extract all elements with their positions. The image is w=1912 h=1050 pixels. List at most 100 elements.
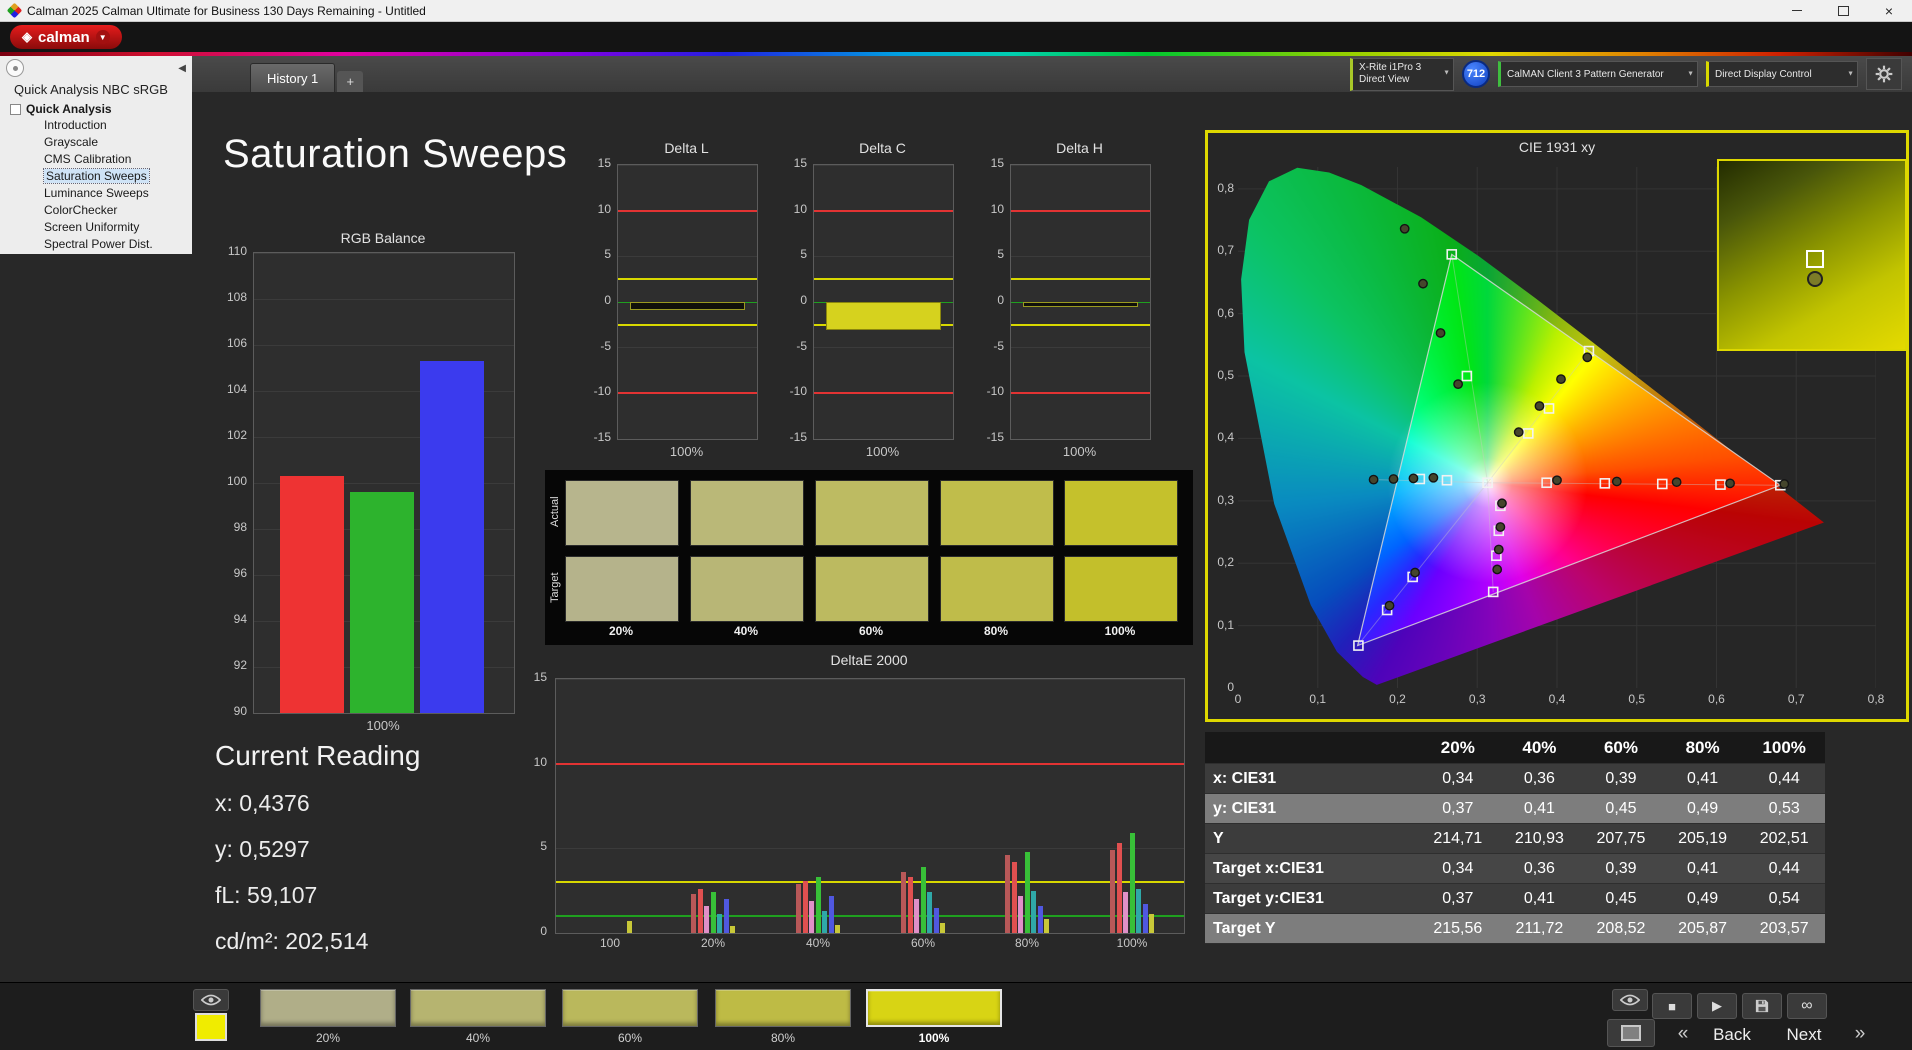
meter-dropdown[interactable]: X-Rite i1Pro 3 Direct View ▼ <box>1350 57 1454 91</box>
reference-line <box>556 881 1184 884</box>
table-cell: 211,72 <box>1515 920 1564 937</box>
pattern-window-icon <box>1621 1025 1641 1041</box>
deltae-bar <box>914 899 919 933</box>
tree-expander-icon[interactable] <box>10 103 21 115</box>
meter-status-badge[interactable]: 712 <box>1462 60 1490 88</box>
gridline <box>1011 347 1150 349</box>
next-button[interactable]: Next <box>1772 1023 1836 1047</box>
measured-circle <box>1453 379 1464 390</box>
table-header-cell: 100% <box>1762 738 1806 757</box>
table-cell: 203,57 <box>1759 920 1809 937</box>
deltae-bar <box>796 883 801 933</box>
cie-inset-markers <box>1806 250 1824 287</box>
link-button[interactable]: ∞ <box>1787 993 1827 1019</box>
add-tab-button[interactable]: + <box>337 71 364 92</box>
sidebar-item-screen-uniformity[interactable]: Screen Uniformity <box>0 219 192 236</box>
y-tick-label: 0,6 <box>1217 305 1234 320</box>
table-cell: 0,54 <box>1768 890 1800 907</box>
deltae-bar <box>723 899 729 933</box>
reference-line <box>814 278 953 281</box>
stop-button[interactable]: ■ <box>1652 993 1692 1019</box>
y-tick-label: 15 <box>597 156 611 170</box>
gear-icon <box>1875 65 1893 83</box>
sidebar-item-spectral-power-dist[interactable]: Spectral Power Dist. <box>0 236 192 253</box>
deltae-bar <box>920 866 926 933</box>
measured-circle <box>1725 478 1735 489</box>
eye-icon <box>1620 994 1640 1006</box>
table-cell: 207,75 <box>1596 830 1646 847</box>
saturation-level-button-100[interactable]: 100% <box>866 987 1002 1047</box>
reference-line <box>618 392 757 395</box>
table-header-row: 20% 40% 60% 80% 100% <box>1205 732 1825 764</box>
preview-toggle-button[interactable] <box>193 989 229 1011</box>
sidebar-collapse-button[interactable]: ◀ <box>178 63 186 74</box>
actual-target-swatch-grid: 20% 40% 60% 80% 100% Actual Target <box>545 470 1193 645</box>
deltae-bar <box>809 900 814 933</box>
swatch-col-label: 60% <box>858 624 884 638</box>
sidebar-item-grayscale[interactable]: Grayscale <box>0 134 192 151</box>
saturation-level-button-60[interactable]: 60% <box>562 987 698 1047</box>
deltae-bar <box>697 888 703 933</box>
tab-history-1[interactable]: History 1 <box>250 63 336 92</box>
sidebar-item-saturation-sweeps[interactable]: Saturation Sweeps <box>0 168 192 185</box>
save-button[interactable] <box>1742 993 1782 1019</box>
brand-label: calman <box>38 28 90 46</box>
target-swatch-40 <box>690 556 804 622</box>
settings-button[interactable] <box>1866 58 1902 90</box>
calman-logo-button[interactable]: ◈ calman ▼ <box>10 25 122 49</box>
minimize-button[interactable] <box>1774 0 1820 21</box>
swatch-row-label: Target <box>549 572 561 604</box>
y-tick-label: 5 <box>997 247 1004 262</box>
eye-icon <box>201 994 221 1006</box>
sidebar-item-colorchecker[interactable]: ColorChecker <box>0 202 192 219</box>
sidebar-item-luminance-sweeps[interactable]: Luminance Sweeps <box>0 185 192 202</box>
reading-line: x: 0,4376 <box>215 790 310 816</box>
sweep-line <box>1487 482 1781 486</box>
deltae-group <box>901 679 947 933</box>
actual-swatch-40 <box>690 480 804 546</box>
play-button[interactable]: ▶ <box>1697 993 1737 1019</box>
y-tick-label: 5 <box>604 247 611 262</box>
saturation-level-button-80[interactable]: 80% <box>715 987 851 1047</box>
preview-toggle-button-right[interactable] <box>1612 989 1648 1011</box>
back-button[interactable]: Back <box>1700 1023 1764 1047</box>
tree-root[interactable]: Quick Analysis <box>0 101 192 117</box>
infinity-icon: ∞ <box>1801 997 1813 1014</box>
delta-c-chart: Delta C 100% 15 10 5 0 -5 -10 -15 <box>777 140 962 470</box>
pattern-window-button[interactable] <box>1607 1019 1655 1047</box>
deltae-group <box>1005 679 1051 933</box>
tab-bar: History 1 + X-Rite i1Pro 3 Direct View ▼… <box>192 56 1912 92</box>
app-icon <box>6 2 23 19</box>
sidebar-item-introduction[interactable]: Introduction <box>0 117 192 134</box>
x-tick-label: 100% <box>1116 936 1148 950</box>
reference-line <box>1011 209 1150 212</box>
maximize-button[interactable] <box>1820 0 1866 21</box>
chart-title: Delta L <box>664 140 709 156</box>
y-tick-label: 5 <box>540 839 547 854</box>
chevrons-left-button[interactable]: « <box>1668 1021 1698 1047</box>
saturation-level-button-20[interactable]: 20% <box>260 987 396 1047</box>
measured-circle <box>1435 328 1446 338</box>
y-tick-label: 10 <box>990 201 1004 216</box>
current-pattern-swatch[interactable] <box>195 1013 227 1041</box>
chevrons-right-button[interactable]: » <box>1845 1021 1875 1047</box>
x-axis-label: 100% <box>1062 444 1097 459</box>
close-button[interactable]: × <box>1866 0 1912 21</box>
y-tick-label: 0 <box>540 924 547 938</box>
level-label: 40% <box>465 1031 491 1045</box>
pattern-generator-dropdown[interactable]: CalMAN Client 3 Pattern Generator ▼ <box>1498 61 1698 87</box>
gridline <box>1011 165 1150 166</box>
sidebar-item-cms-calibration[interactable]: CMS Calibration <box>0 151 192 168</box>
level-swatch <box>410 989 546 1027</box>
x-axis-label: 100% <box>366 718 400 733</box>
display-control-dropdown[interactable]: Direct Display Control ▼ <box>1706 61 1858 87</box>
reference-line <box>556 762 1184 765</box>
reference-line <box>1011 392 1150 395</box>
rgb-bar-red <box>280 476 344 713</box>
deltae-bar <box>828 895 834 933</box>
workflow-menu-button[interactable] <box>6 59 24 77</box>
level-label: 20% <box>315 1031 341 1045</box>
gridline <box>618 165 757 166</box>
saturation-level-button-40[interactable]: 40% <box>410 987 546 1047</box>
y-tick-label: 100 <box>226 474 247 488</box>
